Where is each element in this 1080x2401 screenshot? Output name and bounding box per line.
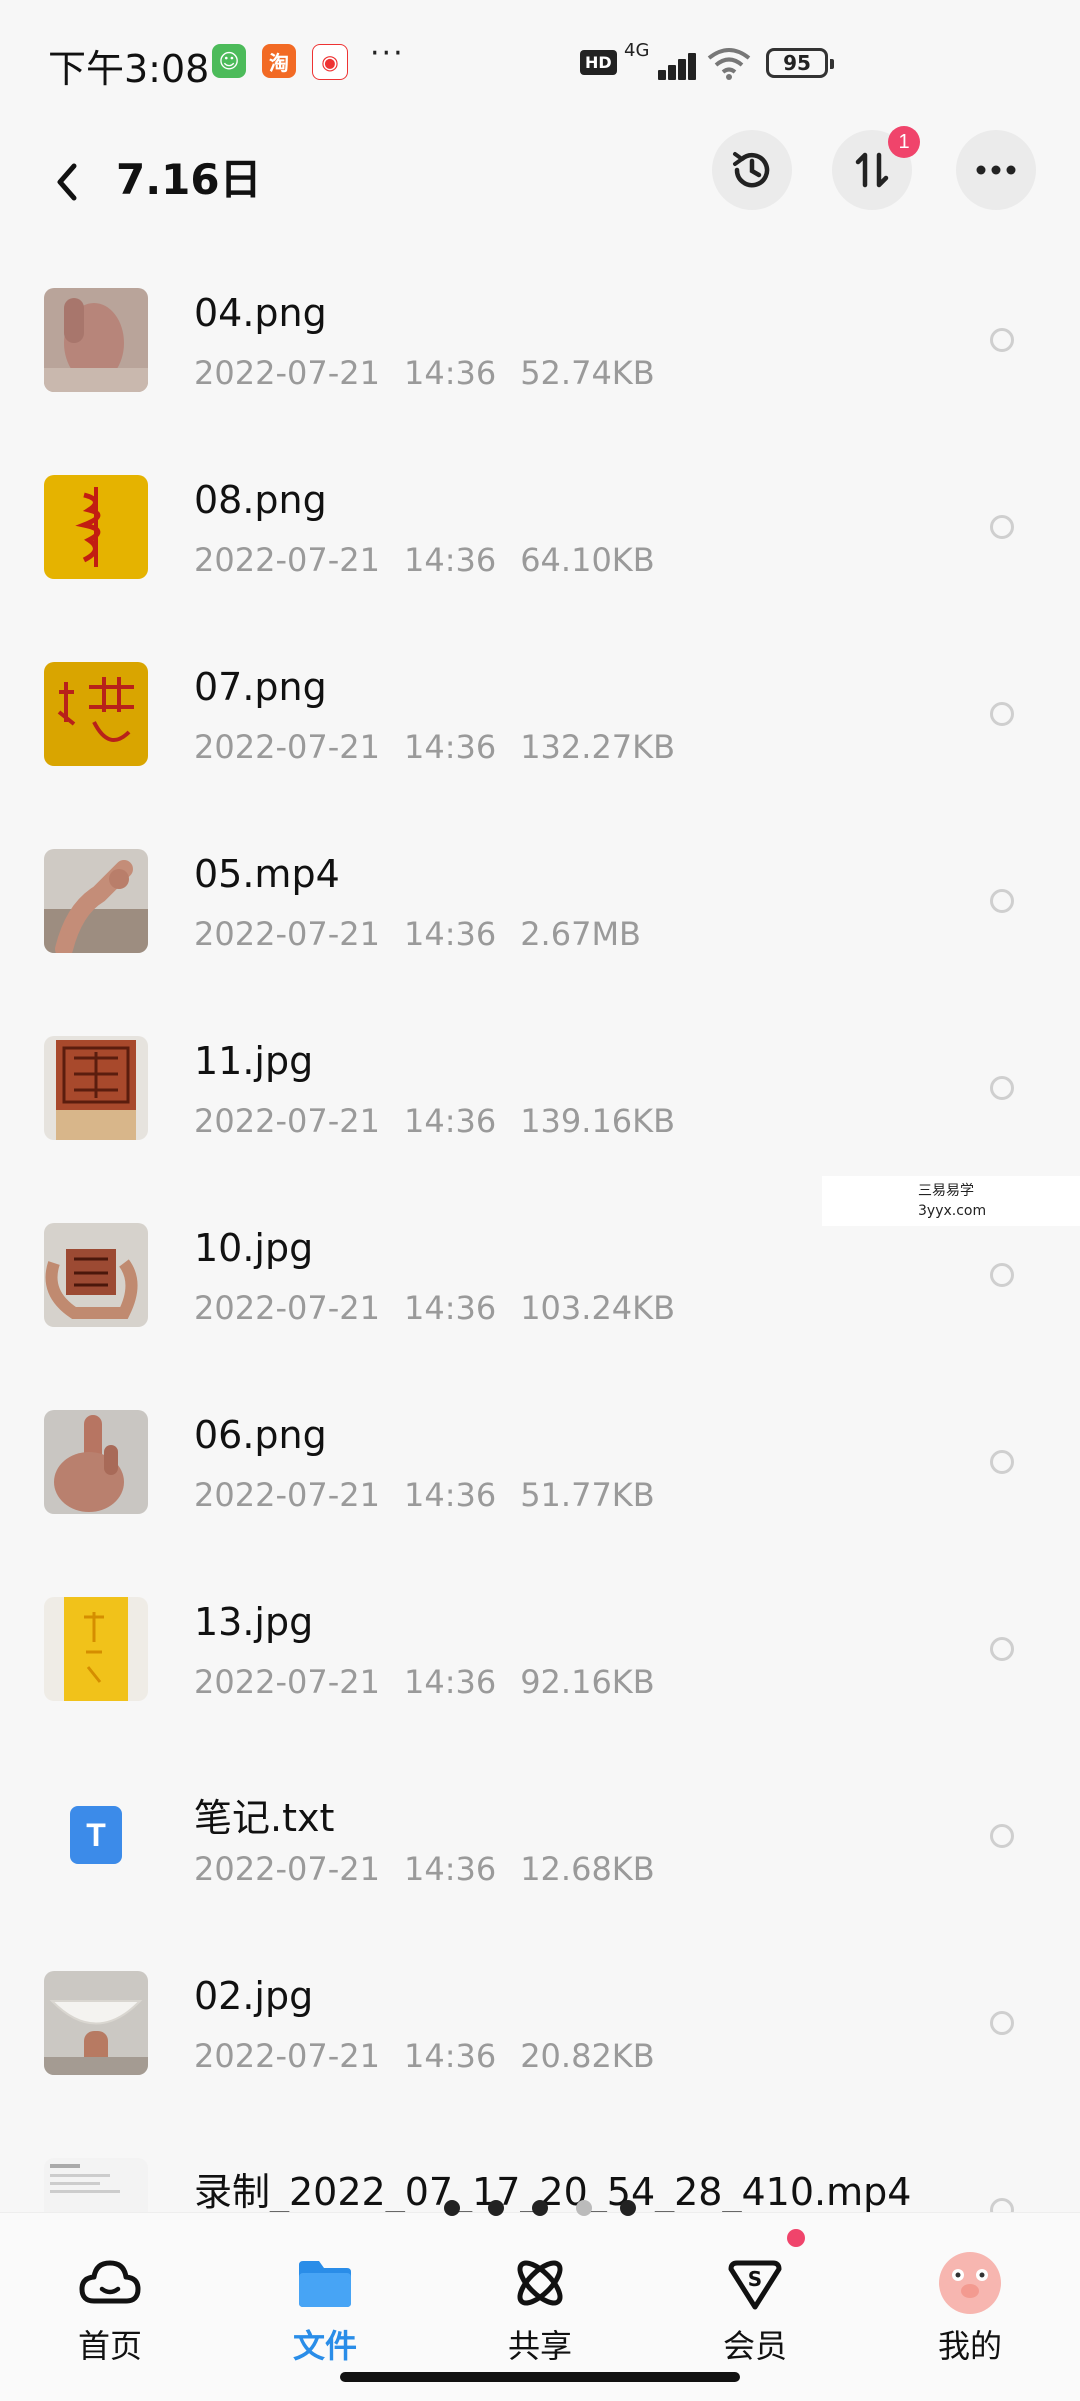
nav-label: 会员 <box>722 2327 787 2365</box>
wechat-notification-icon: ☺ <box>212 44 246 78</box>
image-thumbnail <box>44 1410 148 1514</box>
file-row[interactable]: 06.png 2022-07-21 14:36 51.77KB <box>0 1368 1080 1555</box>
status-time: 下午3:08 <box>48 47 210 91</box>
more-options-button[interactable] <box>956 130 1036 210</box>
transfer-arrows-icon <box>855 152 889 188</box>
avatar-icon <box>939 2252 1001 2314</box>
file-row[interactable]: 05.mp4 2022-07-21 14:36 2.67MB <box>0 807 1080 994</box>
app-notification-icon: ◉ <box>312 44 348 80</box>
select-checkbox[interactable] <box>990 1263 1014 1287</box>
file-name: 10.jpg <box>194 1226 314 1270</box>
image-thumbnail <box>44 1597 148 1701</box>
file-meta: 2022-07-21 14:36 139.16KB <box>194 1102 676 1140</box>
file-meta: 2022-07-21 14:36 92.16KB <box>194 1663 655 1701</box>
file-name: 13.jpg <box>194 1600 314 1644</box>
history-button[interactable] <box>712 130 792 210</box>
select-checkbox[interactable] <box>990 1824 1014 1848</box>
signal-strength-icon <box>628 50 696 80</box>
nav-profile[interactable]: 我的 <box>890 2213 1050 2373</box>
header: 7.16日 1 <box>0 126 1080 240</box>
nav-label: 文件 <box>292 2327 357 2365</box>
file-row[interactable]: 02.jpg 2022-07-21 14:36 20.82KB <box>0 1929 1080 2116</box>
file-name: 笔记.txt <box>194 1796 335 1840</box>
file-name: 04.png <box>194 291 327 335</box>
vip-notification-dot <box>787 2229 805 2247</box>
image-thumbnail <box>44 1223 148 1327</box>
file-name: 02.jpg <box>194 1974 314 2018</box>
file-meta: 2022-07-21 14:36 2.67MB <box>194 915 641 953</box>
file-name: 11.jpg <box>194 1039 314 1083</box>
file-row[interactable]: 07.png 2022-07-21 14:36 132.27KB <box>0 620 1080 807</box>
select-checkbox[interactable] <box>990 1076 1014 1100</box>
file-row[interactable]: T 笔记.txt 2022-07-21 14:36 12.68KB <box>0 1742 1080 1929</box>
page-title: 7.16日 <box>116 155 262 204</box>
transfer-list-button[interactable]: 1 <box>832 126 920 210</box>
home-indicator[interactable] <box>340 2372 740 2382</box>
back-icon[interactable] <box>40 154 96 210</box>
watermark-line2: 3yyx.com <box>918 1203 987 1219</box>
file-name: 06.png <box>194 1413 327 1457</box>
file-meta: 2022-07-21 14:36 64.10KB <box>194 541 655 579</box>
file-row[interactable]: 08.png 2022-07-21 14:36 64.10KB <box>0 433 1080 620</box>
watermark: 三易易学 3yyx.com <box>822 1176 1080 1226</box>
nav-label: 共享 <box>507 2327 572 2365</box>
nav-home[interactable]: 首页 <box>30 2213 190 2373</box>
file-name: 05.mp4 <box>194 852 340 896</box>
status-bar: 下午3:08 ☺ 淘 ◉ ··· HD 4G 95 <box>0 0 1080 130</box>
select-checkbox[interactable] <box>990 1450 1014 1474</box>
more-dots-icon <box>976 165 1016 175</box>
image-thumbnail <box>44 662 148 766</box>
watermark-line1: 三易易学 <box>918 1183 974 1199</box>
page-indicator <box>440 2200 640 2220</box>
select-checkbox[interactable] <box>990 1637 1014 1661</box>
file-name: 08.png <box>194 478 327 522</box>
nav-vip[interactable]: S 会员 <box>675 2213 835 2373</box>
select-checkbox[interactable] <box>990 328 1014 352</box>
select-checkbox[interactable] <box>990 702 1014 726</box>
image-thumbnail <box>44 475 148 579</box>
svg-text:S: S <box>748 2267 762 2291</box>
more-notifications-icon: ··· <box>370 36 405 71</box>
image-thumbnail <box>44 1971 148 2075</box>
hd-voice-icon: HD <box>580 50 617 75</box>
atom-share-icon <box>517 2260 563 2306</box>
select-checkbox[interactable] <box>990 515 1014 539</box>
nav-label: 我的 <box>937 2327 1002 2365</box>
select-checkbox[interactable] <box>990 889 1014 913</box>
image-thumbnail <box>44 1036 148 1140</box>
file-row[interactable]: 11.jpg 2022-07-21 14:36 139.16KB <box>0 994 1080 1181</box>
text-file-icon: T <box>70 1806 122 1864</box>
nav-label: 首页 <box>77 2327 142 2365</box>
file-meta: 2022-07-21 14:36 12.68KB <box>194 1850 655 1888</box>
file-row[interactable]: 04.png 2022-07-21 14:36 52.74KB <box>0 246 1080 433</box>
file-meta: 2022-07-21 14:36 103.24KB <box>194 1289 676 1327</box>
file-meta: 2022-07-21 14:36 52.74KB <box>194 354 655 392</box>
nav-files[interactable]: 文件 <box>245 2213 405 2373</box>
file-list: 04.png 2022-07-21 14:36 52.74KB 08.png 202… <box>0 246 1080 2303</box>
taobao-notification-icon: 淘 <box>262 44 296 78</box>
file-name: 07.png <box>194 665 327 709</box>
battery-indicator: 95 <box>766 48 834 78</box>
select-checkbox[interactable] <box>990 2011 1014 2035</box>
wifi-icon <box>707 48 751 80</box>
file-meta: 2022-07-21 14:36 51.77KB <box>194 1476 655 1514</box>
history-icon <box>733 152 770 188</box>
cloud-home-icon <box>79 2260 141 2304</box>
file-row[interactable]: 13.jpg 2022-07-21 14:36 92.16KB <box>0 1555 1080 1742</box>
image-thumbnail <box>44 288 148 392</box>
vip-diamond-icon: S <box>728 2260 782 2310</box>
video-thumbnail <box>44 849 148 953</box>
file-meta: 2022-07-21 14:36 132.27KB <box>194 728 676 766</box>
file-meta: 2022-07-21 14:36 20.82KB <box>194 2037 655 2075</box>
folder-icon <box>299 2261 351 2307</box>
nav-share[interactable]: 共享 <box>460 2213 620 2373</box>
transfer-badge: 1 <box>888 126 920 158</box>
